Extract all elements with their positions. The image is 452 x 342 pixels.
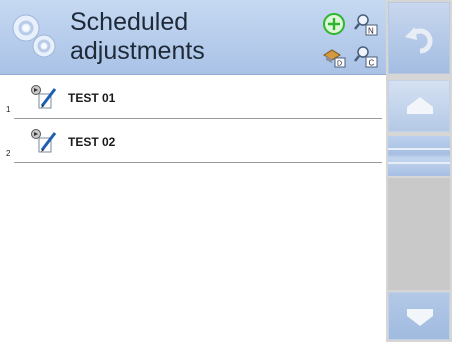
up-arrow-icon xyxy=(407,97,433,114)
scroll-grip-line xyxy=(388,148,450,150)
undo-arrow-icon xyxy=(405,27,433,54)
letter-n: N xyxy=(368,27,374,36)
item-index: 2 xyxy=(6,149,11,158)
item-label: TEST 01 xyxy=(68,91,116,105)
scroll-down-button[interactable] xyxy=(388,292,450,340)
plus-circle-icon xyxy=(323,13,345,35)
header-bar: Scheduled adjustments N D C xyxy=(0,0,386,75)
item-label: TEST 02 xyxy=(68,135,116,149)
scrollbar-track[interactable] xyxy=(388,178,450,290)
divider xyxy=(14,162,382,163)
adjustments-list: 1 TEST 01 2 TEST 02 xyxy=(0,75,386,163)
add-button[interactable] xyxy=(322,12,346,36)
search-by-code-button[interactable]: C xyxy=(354,44,378,68)
scrollbar-thumb[interactable] xyxy=(388,136,450,176)
magnifier-n-icon: N xyxy=(354,14,378,36)
scroll-up-button[interactable] xyxy=(388,80,450,132)
back-button[interactable] xyxy=(388,2,450,74)
magnifier-c-icon: C xyxy=(354,46,378,68)
page-title: Scheduled adjustments xyxy=(70,8,205,65)
calibration-edit-icon xyxy=(28,128,60,156)
search-by-name-button[interactable]: N xyxy=(354,12,378,36)
paint-filter-icon: D xyxy=(323,49,346,68)
letter-c: C xyxy=(369,59,375,68)
list-item[interactable]: 2 TEST 02 xyxy=(0,119,386,163)
filter-button[interactable]: D xyxy=(322,44,346,68)
item-index: 1 xyxy=(6,105,11,114)
list-item[interactable]: 1 TEST 01 xyxy=(0,75,386,119)
scroll-grip-line xyxy=(388,162,450,164)
down-arrow-icon xyxy=(407,309,433,326)
letter-d: D xyxy=(337,61,342,68)
gears-icon xyxy=(6,8,66,68)
calibration-edit-icon xyxy=(28,84,60,112)
